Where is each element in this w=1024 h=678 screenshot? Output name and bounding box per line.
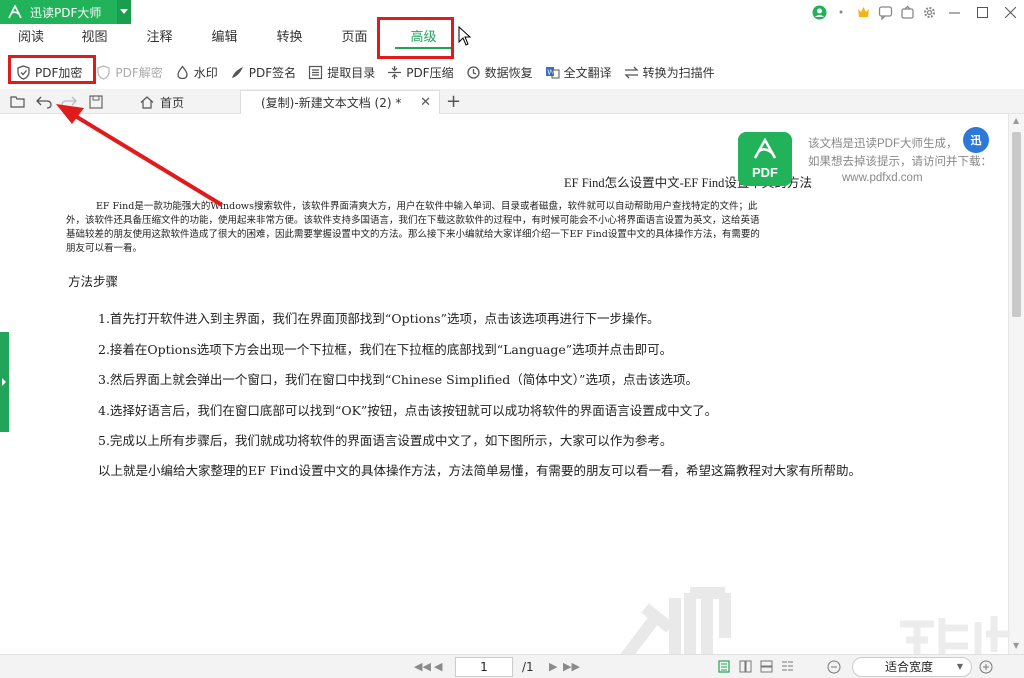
zoom-out-icon[interactable] (827, 660, 841, 677)
single-page-view-icon[interactable] (718, 660, 730, 676)
zoom-select[interactable]: 适合宽度 ▼ (852, 657, 972, 677)
continuous-view-icon[interactable] (760, 660, 773, 676)
prev-page-icon[interactable]: ◀ (434, 660, 442, 673)
continuous-double-view-icon[interactable] (781, 660, 794, 676)
zoom-value: 适合宽度 (885, 660, 934, 674)
next-page-icon[interactable]: ▶ (549, 660, 557, 673)
annotation-arrow (56, 104, 224, 207)
first-page-icon[interactable]: ◀◀ (414, 660, 431, 673)
zoom-in-icon[interactable] (979, 660, 993, 677)
chevron-down-icon: ▼ (956, 662, 963, 671)
status-bar: ◀◀ ◀ 1 /1 ▶ ▶▶ 适合宽度 ▼ (0, 654, 1024, 678)
page-number-input[interactable]: 1 (455, 657, 513, 677)
page-total: /1 (522, 660, 534, 674)
double-page-view-icon[interactable] (739, 660, 752, 676)
last-page-icon[interactable]: ▶▶ (563, 660, 580, 673)
